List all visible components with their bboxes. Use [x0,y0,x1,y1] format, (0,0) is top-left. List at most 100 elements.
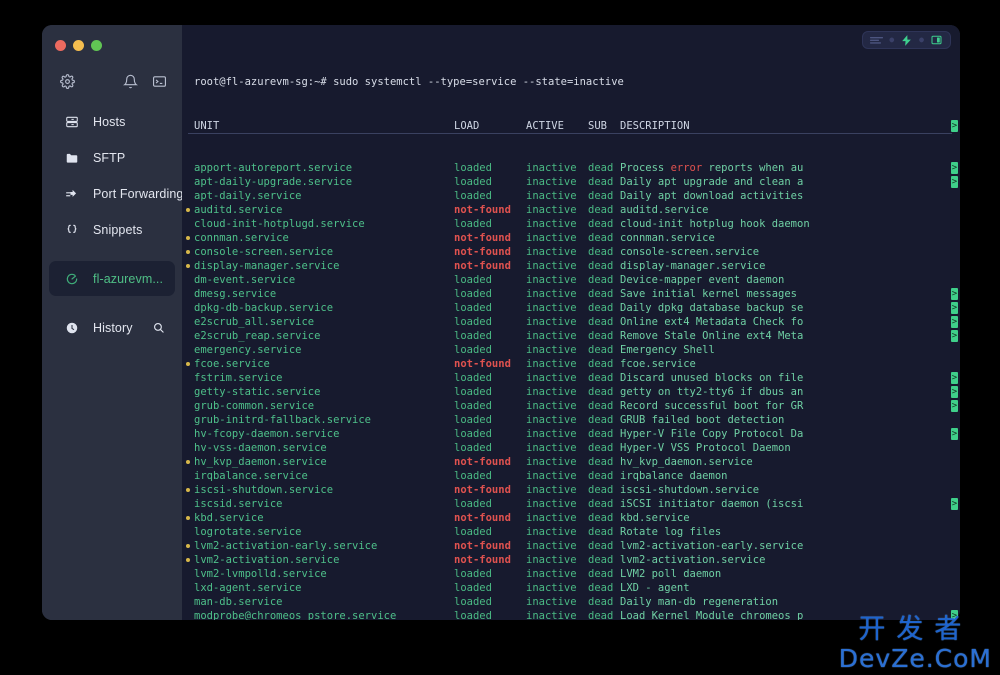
cell-unit: dm-event.service [194,274,296,286]
bell-icon[interactable] [121,72,139,90]
cell-load: loaded [454,400,492,412]
cell-sub: dead [588,484,614,496]
cell-active: inactive [526,568,577,580]
cell-sub: dead [588,260,614,272]
cell-unit: lvm2-lvmpolld.service [194,568,327,580]
sidebar-item-label: Snippets [93,222,143,237]
cell-unit: modprobe@chromeos_pstore.service [194,610,397,620]
cell-load: loaded [454,582,492,594]
close-button[interactable] [55,40,66,51]
cell-sub: dead [588,316,614,328]
watermark: 开发者 DevZe.CoM [839,616,992,671]
terminal-row: auditd.service not-found inactive dead audit… [182,203,960,217]
cell-sub: dead [588,470,614,482]
cell-load: loaded [454,568,492,580]
sidebar-item-session-fl-azurevm[interactable]: fl-azurevm... [49,261,175,296]
cell-description: hv_kvp_daemon.service [620,456,753,468]
cell-active: inactive [526,316,577,328]
cell-description: iSCSI initiator daemon (iscsi [620,498,804,510]
cell-unit: cloud-init-hotplugd.service [194,218,365,230]
arrows-icon [65,187,83,201]
status-bullet-icon [186,558,190,562]
cell-load: loaded [454,610,492,620]
cell-sub: dead [588,344,614,356]
terminal-row: apt-daily.service loaded inactive dead Daily… [182,189,960,203]
column-header-description: DESCRIPTION [620,120,690,132]
wrap-indicator-icon: > [951,386,958,398]
cell-active: inactive [526,218,577,230]
cell-description: getty on tty2-tty6 if dbus an [620,386,804,398]
cell-load: loaded [454,372,492,384]
cell-description: Device-mapper event daemon [620,274,785,286]
cell-load: loaded [454,344,492,356]
search-icon[interactable] [152,321,165,334]
cell-sub: dead [588,456,614,468]
cell-description: GRUB failed boot detection [620,414,785,426]
terminal-row: grub-initrd-fallback.service loaded inacti… [182,413,960,427]
cell-active: inactive [526,232,577,244]
cell-sub: dead [588,232,614,244]
cell-active: inactive [526,540,577,552]
cell-sub: dead [588,386,614,398]
wrap-indicator-icon: > [951,120,958,132]
cell-unit: iscsid.service [194,498,283,510]
cell-sub: dead [588,330,614,342]
terminal-row: iscsi-shutdown.service not-found inactive d… [182,483,960,497]
sidebar: Hosts SFTP Port Forwarding Snippets fl-a… [42,25,183,620]
sidebar-item-port-forwarding[interactable]: Port Forwarding [49,176,183,211]
terminal-pane[interactable]: ● ● root@fl-azurevm-sg:~# sudo systemctl… [182,25,960,620]
minimize-button[interactable] [73,40,84,51]
cell-description: kbd.service [620,512,690,524]
cell-sub: dead [588,582,614,594]
status-bullet-icon [186,236,190,240]
wrap-indicator-icon: > [951,302,958,314]
cell-active: inactive [526,512,577,524]
broadcast-icon[interactable] [898,33,915,47]
gear-icon[interactable] [58,72,76,90]
cell-description: Hyper-V File Copy Protocol Da [620,428,804,440]
cell-sub: dead [588,176,614,188]
sidebar-item-snippets[interactable]: Snippets [49,212,175,247]
cell-sub: dead [588,526,614,538]
cell-sub: dead [588,162,614,174]
cell-unit: hv-vss-daemon.service [194,442,327,454]
terminal-row: e2scrub_all.service loaded inactive dead Onl… [182,315,960,329]
cell-load: loaded [454,176,492,188]
terminal-row: dmesg.service loaded inactive dead Save init… [182,287,960,301]
maximize-button[interactable] [91,40,102,51]
terminal-row: hv_kvp_daemon.service not-found inactive de… [182,455,960,469]
cell-unit: apt-daily-upgrade.service [194,176,353,188]
server-icon [65,115,83,129]
status-bullet-icon [186,250,190,254]
cell-description: Daily apt download activities [620,190,804,202]
sidebar-item-sftp[interactable]: SFTP [49,140,175,175]
cell-active: inactive [526,596,577,608]
terminal-row: lvm2-activation.service not-found inactive… [182,553,960,567]
cell-unit: lvm2-activation.service [194,554,340,566]
wrap-indicator-icon: > [951,498,958,510]
cell-description: irqbalance daemon [620,470,728,482]
cell-sub: dead [588,610,614,620]
terminal-toolbar: ● ● [862,31,951,49]
split-pane-icon[interactable] [928,33,945,47]
mode-indicator-icon[interactable] [868,33,885,47]
cell-unit: auditd.service [194,204,283,216]
cell-sub: dead [588,302,614,314]
terminal-icon[interactable] [150,72,168,90]
cell-active: inactive [526,330,577,342]
cell-sub: dead [588,204,614,216]
sidebar-item-history[interactable]: History [49,310,175,345]
terminal-output: root@fl-azurevm-sg:~# sudo systemctl --t… [182,25,960,620]
cell-load: loaded [454,218,492,230]
sidebar-item-hosts[interactable]: Hosts [49,104,175,139]
cell-sub: dead [588,554,614,566]
terminal-row: hv-vss-daemon.service loaded inactive dead H… [182,441,960,455]
status-bullet-icon [186,264,190,268]
cell-active: inactive [526,400,577,412]
cell-description: Daily man-db regeneration [620,596,779,608]
cell-unit: logrotate.service [194,526,302,538]
cell-active: inactive [526,302,577,314]
sidebar-nav: Hosts SFTP Port Forwarding Snippets fl-a… [42,98,183,345]
cell-active: inactive [526,162,577,174]
cell-unit: iscsi-shutdown.service [194,484,334,496]
